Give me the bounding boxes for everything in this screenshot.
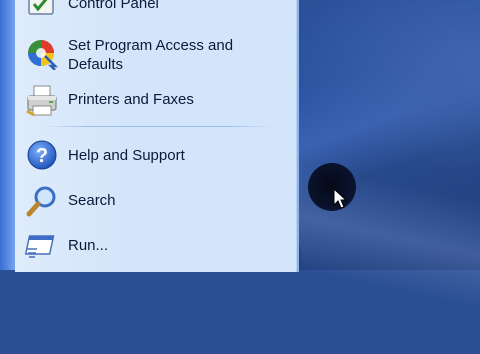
menu-item-help-and-support[interactable]: ? Help and Support — [25, 139, 185, 173]
menu-item-control-panel[interactable]: Control Panel — [25, 0, 159, 28]
menu-item-label: Printers and Faxes — [68, 91, 194, 108]
svg-text:?: ? — [36, 145, 48, 167]
menu-item-set-program-access[interactable]: Set Program Access and Defaults — [25, 36, 268, 74]
start-menu-right-pane: Control Panel Set Program Access and Def… — [15, 0, 299, 272]
menu-item-printers-and-faxes[interactable]: Printers and Faxes — [25, 84, 194, 118]
mouse-pointer-icon — [333, 188, 347, 209]
help-icon: ? — [25, 139, 59, 173]
search-icon — [25, 184, 59, 218]
menu-item-label: Set Program Access and Defaults — [68, 37, 234, 73]
menu-item-label: Control Panel — [68, 0, 159, 12]
menu-item-run[interactable]: Run... — [24, 229, 109, 263]
menu-item-label: Help and Support — [68, 147, 185, 164]
cursor-highlight — [308, 163, 356, 211]
menu-separator — [43, 126, 273, 127]
printer-icon — [25, 84, 59, 118]
start-menu-left-edge — [0, 0, 15, 270]
menu-item-search[interactable]: Search — [25, 184, 116, 218]
run-icon — [24, 229, 59, 263]
menu-item-label: Search — [68, 192, 116, 209]
program-access-icon — [25, 36, 59, 71]
menu-item-label: Run... — [68, 237, 109, 254]
control-panel-icon — [25, 0, 59, 28]
